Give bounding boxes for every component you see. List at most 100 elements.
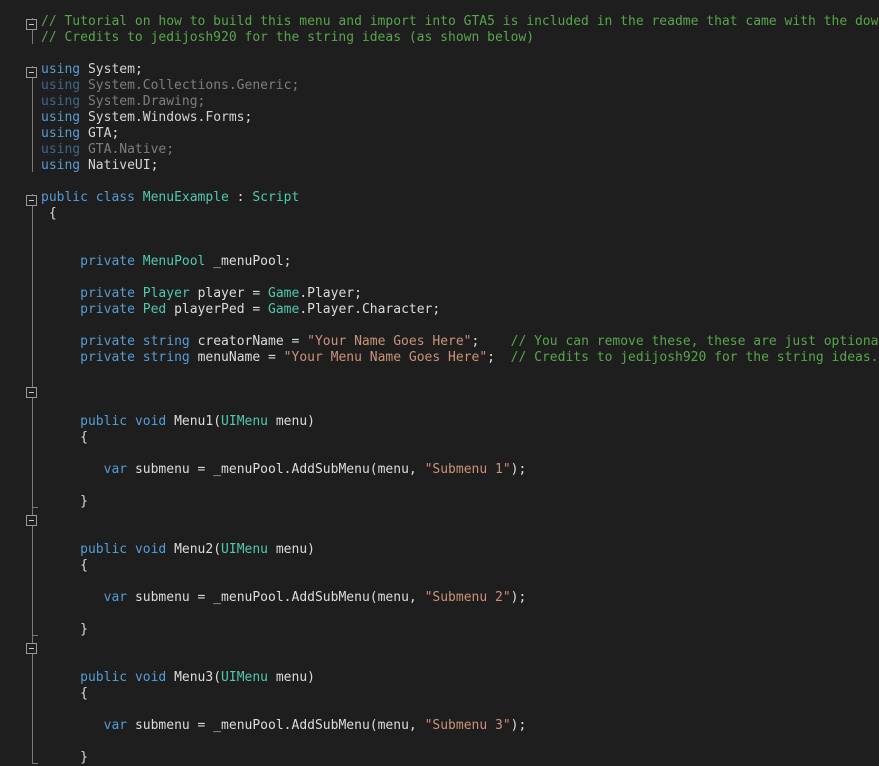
code-line[interactable]: // Credits to jedijosh920 for the string… (41, 30, 879, 46)
code-token: ; (284, 254, 292, 269)
code-line[interactable]: // Tutorial on how to build this menu an… (41, 14, 879, 30)
code-line[interactable]: ​ (41, 238, 879, 254)
code-token (166, 670, 174, 685)
code-line[interactable]: } (41, 750, 879, 766)
code-line[interactable]: ​ (41, 478, 879, 494)
code-token: ; (487, 350, 495, 365)
code-editor[interactable]: // Tutorial on how to build this menu an… (0, 0, 879, 748)
code-token: Player (143, 286, 190, 301)
code-line[interactable]: using GTA.Native; (41, 142, 879, 158)
code-token: ) (307, 670, 315, 685)
code-token: = (245, 286, 268, 301)
code-line[interactable]: { (41, 686, 879, 702)
code-line[interactable]: ​ (41, 270, 879, 286)
code-line[interactable]: public class MenuExample : Script (41, 190, 879, 206)
code-token: ( (370, 590, 378, 605)
code-token: } (80, 622, 88, 637)
code-line[interactable]: var submenu = _menuPool.AddSubMenu(menu,… (41, 462, 879, 478)
code-line[interactable]: ​ (41, 382, 879, 398)
code-line[interactable]: public void Menu1(UIMenu menu) (41, 414, 879, 430)
code-token (80, 62, 88, 77)
code-token: ; (166, 142, 174, 157)
code-line[interactable]: using System.Windows.Forms; (41, 110, 879, 126)
code-line[interactable]: ​ (41, 46, 879, 62)
code-line[interactable]: ​ (41, 638, 879, 654)
code-token (127, 462, 135, 477)
code-token: { (80, 558, 88, 573)
code-token: menu (378, 462, 409, 477)
code-token: ( (213, 542, 221, 557)
code-token (268, 670, 276, 685)
code-line[interactable]: { (41, 558, 879, 574)
code-line[interactable]: private MenuPool _menuPool; (41, 254, 879, 270)
code-token: "Your Menu Name Goes Here" (284, 350, 488, 365)
code-token: Menu2 (174, 542, 213, 557)
code-token (80, 158, 88, 173)
code-line[interactable]: { (41, 206, 879, 222)
code-line[interactable]: private string creatorName = "Your Name … (41, 334, 879, 350)
code-line[interactable]: } (41, 622, 879, 638)
code-token: submenu (135, 590, 190, 605)
code-line[interactable]: ​ (41, 606, 879, 622)
code-line[interactable]: ​ (41, 702, 879, 718)
code-token: Game (268, 286, 299, 301)
code-line[interactable]: ​ (41, 654, 879, 670)
code-token: AddSubMenu (292, 462, 370, 477)
code-token: "Submenu 2" (425, 590, 511, 605)
code-line[interactable]: public void Menu2(UIMenu menu) (41, 542, 879, 558)
code-token (135, 350, 143, 365)
code-token: = (284, 334, 307, 349)
code-token: "Submenu 1" (425, 462, 511, 477)
code-token: string (143, 334, 190, 349)
code-token: private (80, 350, 135, 365)
code-line[interactable]: ​ (41, 222, 879, 238)
code-line[interactable]: using GTA; (41, 126, 879, 142)
code-line[interactable]: ​ (41, 174, 879, 190)
code-token: private (80, 302, 135, 317)
code-line[interactable]: private string menuName = "Your Menu Nam… (41, 350, 879, 366)
code-line[interactable]: using NativeUI; (41, 158, 879, 174)
code-line[interactable]: { (41, 430, 879, 446)
code-line[interactable]: using System.Drawing; (41, 94, 879, 110)
code-text-area[interactable]: // Tutorial on how to build this menu an… (0, 14, 879, 766)
code-token: public (80, 670, 127, 685)
code-token: AddSubMenu (292, 718, 370, 733)
code-line[interactable]: ​ (41, 318, 879, 334)
code-line[interactable]: public void Menu3(UIMenu menu) (41, 670, 879, 686)
code-line[interactable]: using System; (41, 62, 879, 78)
code-token: { (80, 686, 88, 701)
code-line[interactable]: ​ (41, 574, 879, 590)
code-token: MenuPool (143, 254, 206, 269)
code-line[interactable]: } (41, 494, 879, 510)
code-token: "Submenu 3" (425, 718, 511, 733)
code-token: Menu3 (174, 670, 213, 685)
code-line[interactable]: var submenu = _menuPool.AddSubMenu(menu,… (41, 590, 879, 606)
code-token: ; (291, 78, 299, 93)
code-token: menu (378, 718, 409, 733)
code-token: ) (307, 414, 315, 429)
code-token: System.Drawing (88, 94, 198, 109)
code-token: Ped (143, 302, 166, 317)
code-line[interactable]: ​ (41, 366, 879, 382)
code-token: = (190, 590, 213, 605)
code-token (135, 190, 143, 205)
code-token: // Credits to jedijosh920 for the string… (511, 350, 879, 365)
code-token: ; (111, 126, 119, 141)
code-token (127, 414, 135, 429)
code-line[interactable]: ​ (41, 446, 879, 462)
code-token: UIMenu (221, 670, 268, 685)
code-token: using (41, 94, 80, 109)
code-line[interactable]: ​ (41, 398, 879, 414)
code-token: Menu1 (174, 414, 213, 429)
code-line[interactable]: private Ped playerPed = Game.Player.Char… (41, 302, 879, 318)
code-token (268, 414, 276, 429)
code-line[interactable]: using System.Collections.Generic; (41, 78, 879, 94)
code-line[interactable]: private Player player = Game.Player; (41, 286, 879, 302)
code-token: GTA.Native (88, 142, 166, 157)
code-token: = (245, 302, 268, 317)
code-token: using (41, 78, 80, 93)
code-line[interactable]: ​ (41, 526, 879, 542)
code-line[interactable]: ​ (41, 510, 879, 526)
code-token (166, 542, 174, 557)
code-line[interactable]: var submenu = _menuPool.AddSubMenu(menu,… (41, 718, 879, 734)
